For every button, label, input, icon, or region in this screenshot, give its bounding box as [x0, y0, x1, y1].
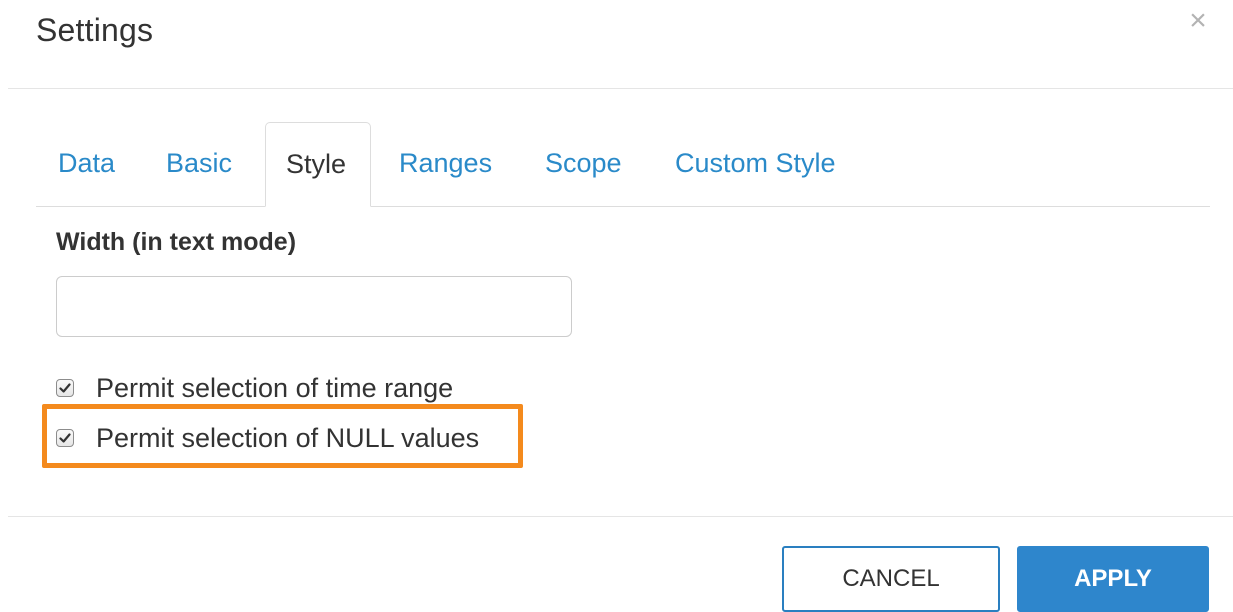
- settings-dialog: Settings × Data Basic Style Ranges Scope…: [0, 0, 1233, 612]
- highlight-annotation: [42, 404, 523, 468]
- time-range-checkbox-label: Permit selection of time range: [96, 372, 454, 403]
- checkmark-icon: [59, 383, 71, 393]
- tab-scope[interactable]: Scope: [525, 122, 642, 206]
- width-input[interactable]: [56, 276, 572, 337]
- time-range-checkbox[interactable]: [56, 379, 74, 397]
- close-icon[interactable]: ×: [1180, 6, 1216, 36]
- footer-divider: [8, 516, 1233, 517]
- width-label: Width (in text mode): [56, 228, 297, 256]
- header-divider: [8, 88, 1233, 89]
- apply-button[interactable]: APPLY: [1017, 546, 1209, 612]
- time-range-checkbox-row[interactable]: Permit selection of time range: [56, 370, 453, 406]
- dialog-title: Settings: [36, 12, 154, 48]
- tab-data[interactable]: Data: [38, 122, 135, 206]
- tab-style[interactable]: Style: [265, 122, 371, 207]
- tab-ranges[interactable]: Ranges: [379, 122, 512, 206]
- tab-custom-style[interactable]: Custom Style: [655, 122, 856, 206]
- tab-bar: Data Basic Style Ranges Scope Custom Sty…: [36, 122, 1210, 207]
- tab-basic[interactable]: Basic: [146, 122, 252, 206]
- cancel-button[interactable]: CANCEL: [782, 546, 1000, 612]
